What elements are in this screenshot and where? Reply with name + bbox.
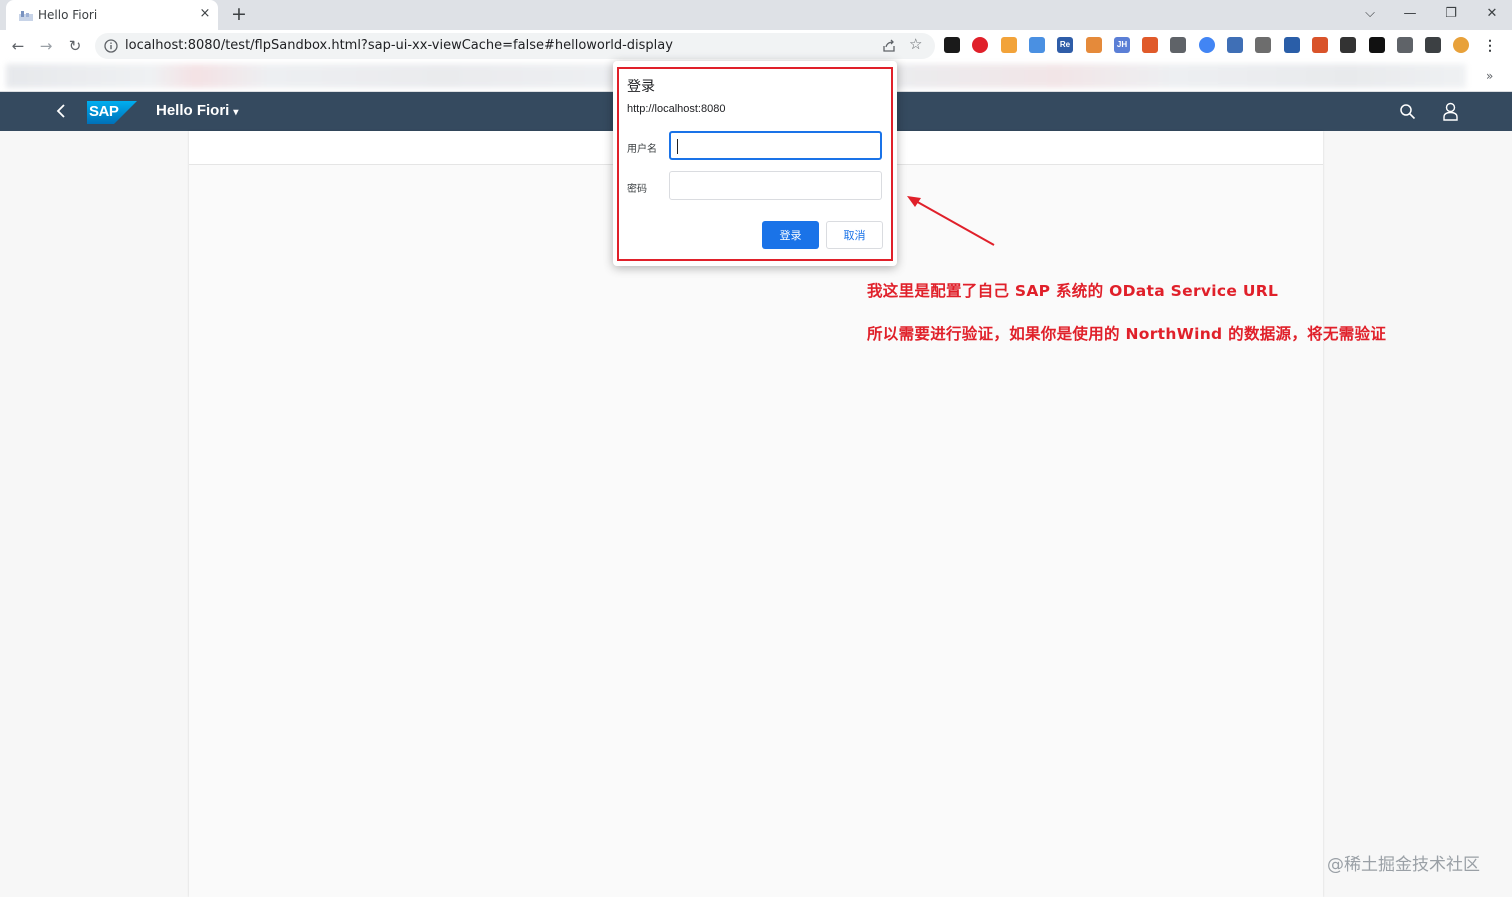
chrome-menu-icon[interactable]: ⋮ bbox=[1482, 37, 1498, 53]
caret-down-icon: ▾ bbox=[233, 107, 239, 118]
app-title: Hello Fiori bbox=[156, 102, 230, 119]
ext-7-icon[interactable]: JH bbox=[1114, 37, 1130, 53]
extensions-puzzle-icon[interactable] bbox=[1397, 37, 1413, 53]
ext-5-icon[interactable]: Re bbox=[1057, 37, 1073, 53]
side-panel-icon[interactable] bbox=[1425, 37, 1441, 53]
ext-2-icon[interactable] bbox=[972, 37, 988, 53]
dialog-title: 登录 bbox=[627, 79, 655, 95]
close-tab-icon[interactable]: × bbox=[198, 7, 212, 21]
ext-1-icon[interactable] bbox=[944, 37, 960, 53]
restore-button[interactable]: ❐ bbox=[1439, 4, 1463, 24]
ext-8-icon[interactable] bbox=[1142, 37, 1158, 53]
annotation-arrow-icon bbox=[907, 196, 995, 246]
tab-strip: Hello Fiori × + ⌵ — ❐ ✕ bbox=[0, 0, 1512, 30]
back-button[interactable]: ← bbox=[8, 36, 28, 56]
reload-button[interactable]: ↻ bbox=[65, 36, 85, 56]
tab-title: Hello Fiori bbox=[38, 8, 98, 22]
ext-11-icon[interactable] bbox=[1227, 37, 1243, 53]
url-text[interactable]: localhost:8080/test/flpSandbox.html?sap-… bbox=[125, 38, 673, 53]
app-title-menu[interactable]: Hello Fiori ▾ bbox=[156, 102, 238, 119]
ext-16-icon[interactable] bbox=[1369, 37, 1385, 53]
username-field[interactable] bbox=[669, 131, 882, 160]
ext-3-icon[interactable] bbox=[1001, 37, 1017, 53]
password-label: 密码 bbox=[627, 184, 647, 195]
cancel-button[interactable]: 取消 bbox=[826, 221, 883, 249]
annotation-line-1: 我这里是配置了自己 SAP 系统的 OData Service URL bbox=[867, 282, 1279, 300]
ext-14-icon[interactable] bbox=[1312, 37, 1328, 53]
address-bar[interactable]: localhost:8080/test/flpSandbox.html?sap-… bbox=[95, 33, 935, 59]
page-favicon-icon bbox=[19, 11, 33, 21]
ext-10-icon[interactable] bbox=[1199, 37, 1215, 53]
user-icon[interactable] bbox=[1442, 102, 1459, 121]
site-info-icon[interactable] bbox=[104, 39, 118, 53]
profile-avatar-icon[interactable] bbox=[1453, 37, 1469, 53]
ext-6-icon[interactable] bbox=[1086, 37, 1102, 53]
ext-13-icon[interactable] bbox=[1284, 37, 1300, 53]
close-window-button[interactable]: ✕ bbox=[1480, 4, 1504, 24]
annotation-line-2: 所以需要进行验证，如果你是使用的 NorthWind 的数据源，将无需验证 bbox=[867, 325, 1387, 343]
search-icon[interactable] bbox=[1399, 103, 1416, 120]
ext-15-icon[interactable] bbox=[1340, 37, 1356, 53]
ext-4-icon[interactable] bbox=[1029, 37, 1045, 53]
text-caret bbox=[677, 139, 678, 154]
forward-button[interactable]: → bbox=[36, 36, 56, 56]
minimize-button[interactable]: — bbox=[1398, 4, 1422, 24]
bookmark-star-icon[interactable]: ☆ bbox=[909, 35, 922, 53]
ext-12-icon[interactable] bbox=[1255, 37, 1271, 53]
share-icon[interactable] bbox=[881, 38, 897, 54]
browser-tab[interactable]: Hello Fiori × bbox=[6, 0, 218, 30]
bookmarks-overflow-icon[interactable]: » bbox=[1486, 69, 1493, 83]
username-label: 用户名 bbox=[627, 144, 657, 155]
watermark-text: @稀土掘金技术社区 bbox=[1327, 855, 1480, 875]
password-field[interactable] bbox=[669, 171, 882, 200]
login-button[interactable]: 登录 bbox=[762, 221, 819, 249]
new-tab-button[interactable]: + bbox=[229, 4, 249, 26]
login-dialog: 登录 http://localhost:8080 用户名 密码 登录 取消 bbox=[613, 61, 897, 266]
ext-9-icon[interactable] bbox=[1170, 37, 1186, 53]
sap-logo-text: SAP bbox=[89, 103, 119, 120]
tab-search-icon[interactable]: ⌵ bbox=[1358, 4, 1382, 24]
dialog-origin: http://localhost:8080 bbox=[627, 103, 726, 115]
back-chevron-icon[interactable] bbox=[52, 101, 72, 121]
